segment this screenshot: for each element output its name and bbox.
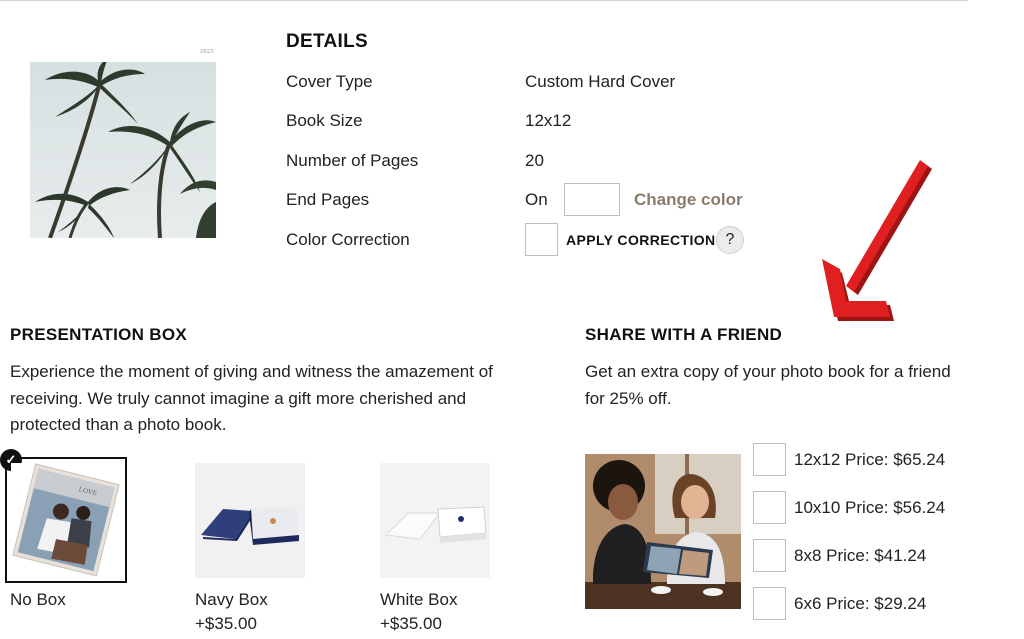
share-description: Get an extra copy of your photo book for… [585, 359, 985, 412]
help-button[interactable]: ? [716, 226, 744, 254]
book-size-value: 12x12 [525, 111, 572, 130]
red-arrow-annotation [822, 160, 932, 321]
change-color-link[interactable]: Change color [634, 190, 743, 210]
size-12x12-checkbox[interactable] [753, 443, 786, 476]
description-line: for 25% off. [585, 388, 672, 408]
size-8x8-checkbox[interactable] [753, 539, 786, 572]
end-pages-label: End Pages [286, 190, 370, 209]
friends-photo [585, 454, 741, 609]
description-line: protected than a photo book. [10, 415, 227, 434]
number-of-pages-value: 20 [525, 151, 544, 170]
apply-correction-label: APPLY CORRECTION [566, 232, 716, 248]
book-cover-preview [30, 62, 216, 238]
no-box-option[interactable]: LOVE [11, 463, 121, 578]
share-with-friend-heading: SHARE WITH A FRIEND [585, 325, 783, 344]
number-of-pages-label: Number of Pages [286, 151, 419, 170]
details-heading: DETAILS [286, 31, 368, 52]
description-line: receiving. We truly cannot imagine a gif… [10, 388, 467, 408]
end-pages-value: On [525, 190, 548, 209]
size-6x6-checkbox[interactable] [753, 587, 786, 620]
no-box-label: No Box [10, 590, 66, 609]
color-correction-label: Color Correction [286, 230, 410, 249]
size-6x6-price: 6x6 Price: $29.24 [794, 594, 927, 613]
size-10x10-checkbox[interactable] [753, 491, 786, 524]
white-box-option[interactable] [380, 463, 490, 578]
cover-year-text: 2025 [200, 49, 214, 55]
end-pages-color-swatch[interactable] [564, 183, 620, 216]
description-line: Experience the moment of giving and witn… [10, 362, 493, 381]
cover-type-value: Custom Hard Cover [525, 72, 676, 91]
size-12x12-price: 12x12 Price: $65.24 [794, 450, 946, 469]
book-size-label: Book Size [286, 111, 363, 130]
description-line: Get an extra copy of your photo book for… [585, 362, 951, 381]
navy-box-option[interactable] [195, 463, 305, 578]
cover-type-label: Cover Type [286, 72, 373, 91]
navy-box-price: +$35.00 [195, 614, 257, 633]
presentation-box-heading: PRESENTATION BOX [10, 325, 188, 344]
apply-correction-checkbox[interactable] [525, 223, 558, 256]
navy-box-label: Navy Box [195, 590, 268, 609]
white-box-price: +$35.00 [380, 614, 442, 633]
white-box-label: White Box [380, 590, 458, 609]
top-divider [0, 0, 968, 1]
size-10x10-price: 10x10 Price: $56.24 [794, 498, 946, 517]
size-8x8-price: 8x8 Price: $41.24 [794, 546, 927, 565]
presentation-box-description: Experience the moment of giving and witn… [10, 359, 530, 439]
